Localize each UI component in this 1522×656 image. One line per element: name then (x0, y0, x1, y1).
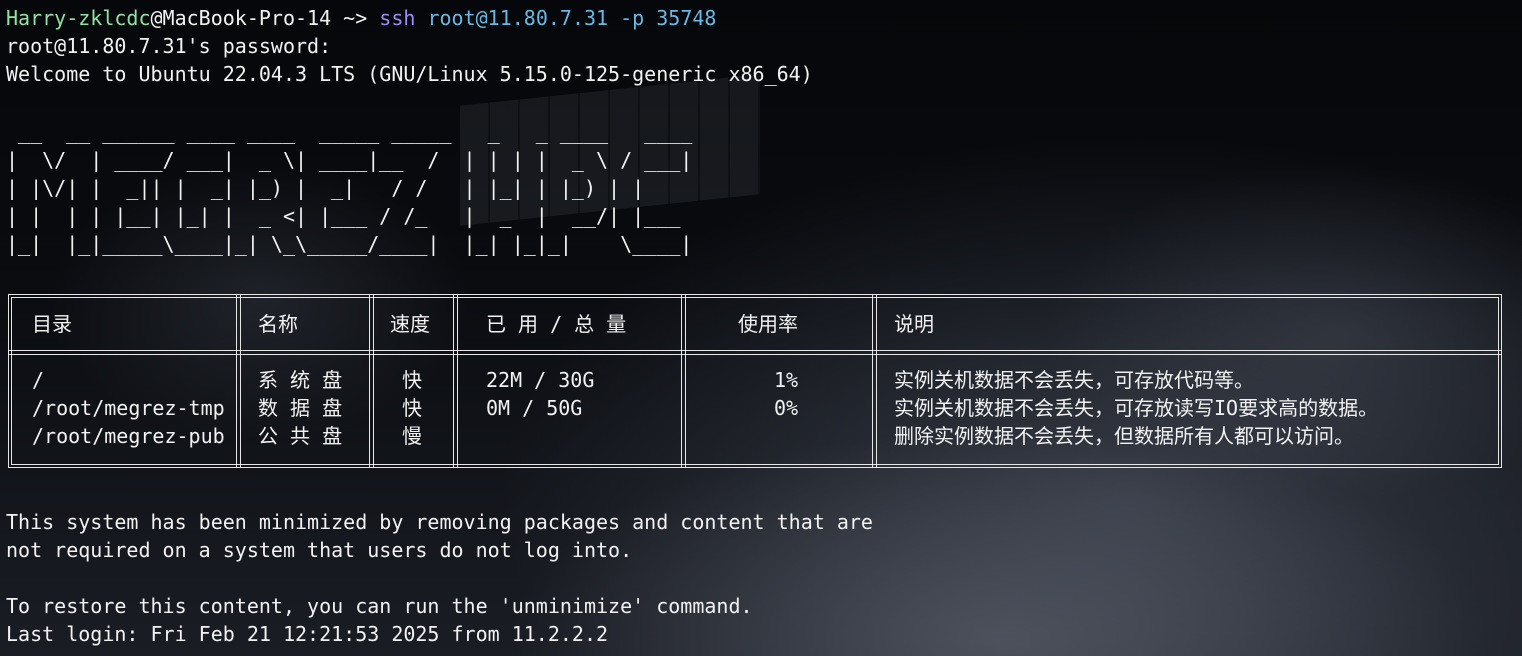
table-header-usage-rate: 使用率 (738, 312, 798, 336)
table-cell-name: 数 据 盘 (258, 396, 343, 420)
table-header-description: 说明 (894, 312, 934, 336)
last-login: Last login: Fri Feb 21 12:21:53 2025 fro… (6, 622, 609, 646)
command-args: root@11.80.7.31 -p 35748 (415, 6, 717, 30)
welcome-message: Welcome to Ubuntu 22.04.3 LTS (GNU/Linux… (6, 62, 813, 86)
prompt-host: @MacBook-Pro-14 (150, 6, 332, 30)
table-cell-directory: /root/megrez-pub (32, 424, 225, 448)
command-name: ssh (379, 6, 416, 30)
table-cell-speed: 快 (402, 396, 422, 420)
table-header-directory: 目录 (32, 312, 72, 336)
prompt-line: Harry-zklcdc@MacBook-Pro-14 ~> ssh root@… (6, 4, 716, 32)
table-cell-speed: 慢 (402, 424, 422, 448)
table-cell-usage: 22M / 30G (486, 368, 595, 392)
table-cell-name: 系 统 盘 (258, 368, 343, 392)
prompt-arrow: ~> (331, 6, 380, 30)
prompt-user: Harry-zklcdc (6, 6, 151, 30)
table-column-divider (453, 294, 458, 468)
table-column-divider (236, 294, 241, 468)
table-column-divider (872, 294, 877, 468)
table-cell-description: 删除实例数据不会丢失，但数据所有人都可以访问。 (894, 424, 1354, 448)
table-header-usage: 已 用 / 总 量 (486, 312, 627, 336)
table-cell-usage-rate: 1% (774, 368, 799, 392)
table-cell-usage: 0M / 50G (486, 396, 583, 420)
minimized-notice: This system has been minimized by removi… (6, 510, 873, 534)
password-prompt: root@11.80.7.31's password: (6, 34, 332, 58)
table-cell-description: 实例关机数据不会丢失，可存放代码等。 (894, 368, 1254, 392)
table-cell-name: 公 共 盘 (258, 424, 343, 448)
table-column-divider (681, 294, 686, 468)
table-cell-directory: / (32, 368, 45, 392)
table-column-divider (369, 294, 374, 468)
ascii-banner: __ __ ______ ____ ____ _____ _____ _ _ _… (6, 120, 693, 256)
minimized-notice: not required on a system that users do n… (6, 538, 633, 562)
table-cell-description: 实例关机数据不会丢失，可存放读写IO要求高的数据。 (894, 396, 1379, 420)
terminal-window[interactable]: Harry-zklcdc@MacBook-Pro-14 ~> ssh root@… (0, 0, 1522, 656)
table-cell-usage-rate: 0% (774, 396, 799, 420)
table-header-speed: 速度 (390, 312, 430, 336)
table-cell-speed: 快 (402, 368, 422, 392)
table-cell-directory: /root/megrez-tmp (32, 396, 225, 420)
restore-hint: To restore this content, you can run the… (6, 594, 753, 618)
table-header-name: 名称 (258, 312, 298, 336)
table-header-separator (8, 350, 1502, 355)
